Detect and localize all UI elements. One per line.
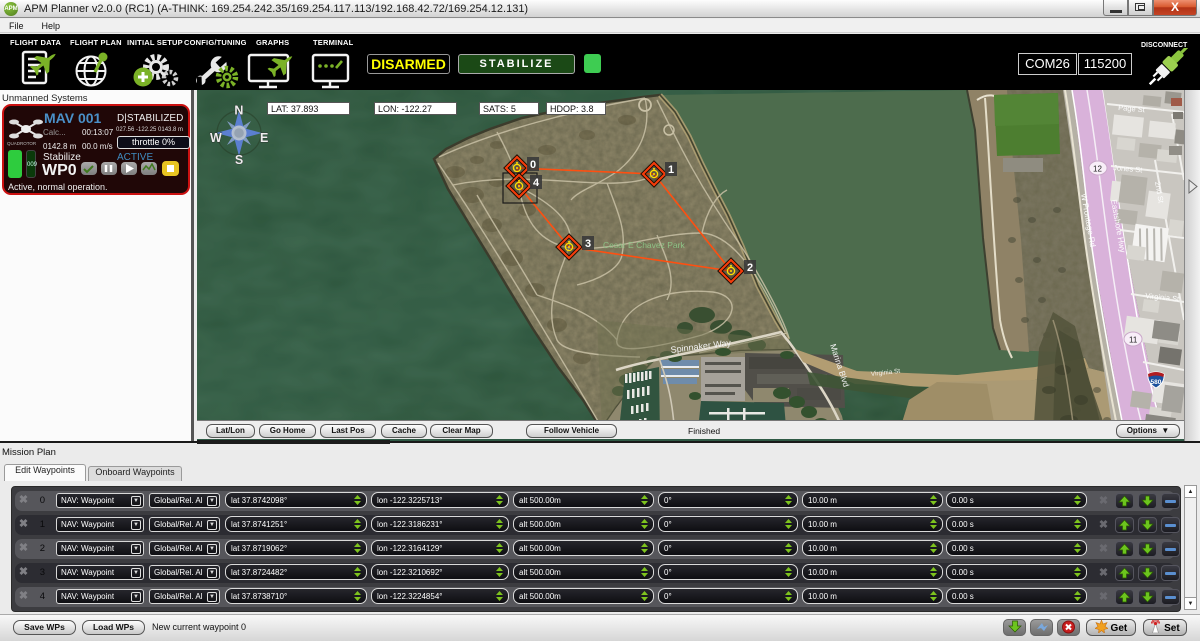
svg-text:E: E (260, 131, 268, 145)
svg-text:0: 0 (530, 159, 536, 171)
svg-text:12: 12 (1093, 165, 1102, 174)
svg-text:3: 3 (585, 238, 591, 250)
svg-text:4: 4 (533, 177, 540, 189)
svg-text:Cesar E Chavez Park: Cesar E Chavez Park (603, 240, 685, 250)
svg-text:2: 2 (747, 262, 753, 274)
svg-text:S: S (235, 153, 243, 167)
svg-text:580: 580 (1151, 379, 1162, 386)
svg-text:11: 11 (1129, 336, 1138, 345)
svg-text:1: 1 (668, 164, 674, 176)
svg-text:N: N (234, 104, 243, 118)
svg-text:W: W (210, 131, 222, 145)
